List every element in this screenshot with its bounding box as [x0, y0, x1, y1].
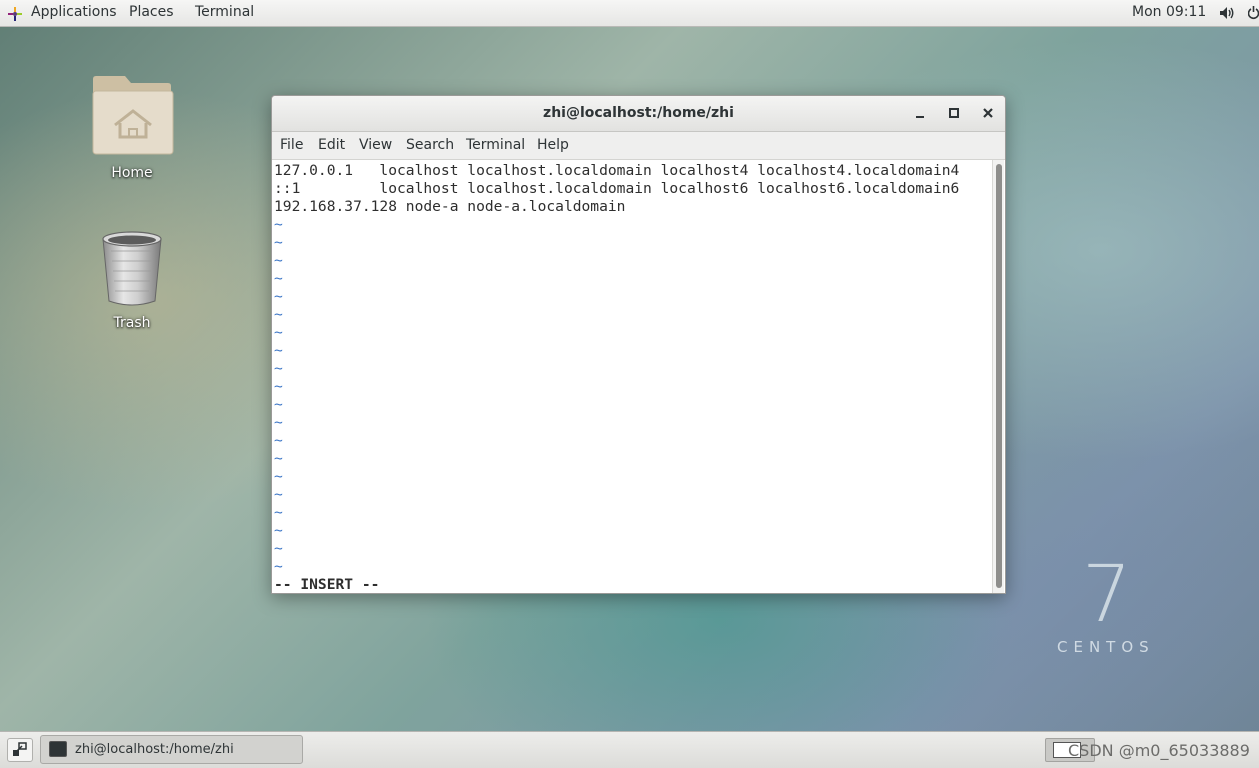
taskbar-terminal-item[interactable]: zhi@localhost:/home/zhi [40, 735, 303, 764]
menu-terminal[interactable]: Terminal [466, 137, 525, 153]
maximize-icon[interactable] [945, 104, 963, 122]
vim-empty-line-tilde: ~ [274, 396, 283, 413]
csdn-watermark: CSDN @m0_65033889 [1068, 741, 1250, 760]
power-icon[interactable] [1248, 6, 1259, 20]
terminal-menubar: File Edit View Search Terminal Help [272, 132, 1005, 160]
home-desktop-icon[interactable]: Home [82, 73, 182, 181]
clock[interactable]: Mon 09:11 [1132, 4, 1206, 20]
terminal-icon [49, 741, 67, 757]
trash-desktop-icon[interactable]: Trash [82, 229, 182, 331]
terminal-app-menu[interactable]: Terminal [195, 4, 254, 20]
show-desktop-icon [13, 742, 27, 756]
menu-help[interactable]: Help [537, 137, 569, 153]
vim-empty-line-tilde: ~ [274, 504, 283, 521]
vim-empty-line-tilde: ~ [274, 558, 283, 575]
vim-empty-line-tilde: ~ [274, 234, 283, 251]
trash-label: Trash [113, 315, 151, 331]
vim-empty-line-tilde: ~ [274, 324, 283, 341]
home-label: Home [111, 165, 153, 181]
centos-logo-text: CENTOS [1057, 638, 1155, 656]
places-menu[interactable]: Places [129, 4, 174, 20]
window-titlebar[interactable]: zhi@localhost:/home/zhi [272, 96, 1005, 132]
vim-empty-line-tilde: ~ [274, 468, 283, 485]
file-line: 127.0.0.1 localhost localhost.localdomai… [274, 162, 960, 179]
vim-empty-line-tilde: ~ [274, 288, 283, 305]
terminal-window[interactable]: zhi@localhost:/home/zhi File Edit View S… [271, 95, 1006, 594]
menu-view[interactable]: View [359, 137, 392, 153]
vim-empty-line-tilde: ~ [274, 450, 283, 467]
vim-empty-line-tilde: ~ [274, 378, 283, 395]
vim-empty-line-tilde: ~ [274, 522, 283, 539]
centos-logo-number: 7 [1082, 550, 1132, 640]
bottom-panel: zhi@localhost:/home/zhi CSDN @m0_6503388… [0, 731, 1259, 768]
vim-empty-line-tilde: ~ [274, 432, 283, 449]
volume-icon[interactable] [1219, 6, 1235, 20]
vim-empty-line-tilde: ~ [274, 306, 283, 323]
scrollbar[interactable] [992, 160, 1004, 593]
terminal-text-area[interactable]: 127.0.0.1 localhost localhost.localdomai… [272, 160, 994, 593]
minimize-icon[interactable] [911, 104, 929, 122]
applications-menu[interactable]: Applications [31, 4, 117, 20]
vim-mode-status: -- INSERT -- [274, 576, 380, 593]
menu-search[interactable]: Search [406, 137, 454, 153]
vim-empty-line-tilde: ~ [274, 270, 283, 287]
top-panel: Applications Places Terminal Mon 09:11 [0, 0, 1259, 27]
vim-empty-line-tilde: ~ [274, 540, 283, 557]
vim-empty-line-tilde: ~ [274, 252, 283, 269]
file-line: ::1 localhost localhost.localdomain loca… [274, 180, 960, 197]
menu-file[interactable]: File [280, 137, 303, 153]
home-folder-icon [92, 76, 174, 155]
close-icon[interactable] [979, 104, 997, 122]
trash-icon [102, 231, 162, 306]
show-desktop-button[interactable] [7, 738, 33, 762]
file-line: 192.168.37.128 node-a node-a.localdomain [274, 198, 626, 215]
vim-empty-line-tilde: ~ [274, 342, 283, 359]
menu-edit[interactable]: Edit [318, 137, 345, 153]
vim-empty-line-tilde: ~ [274, 216, 283, 233]
applications-icon[interactable] [8, 7, 22, 21]
scrollbar-thumb[interactable] [996, 164, 1002, 588]
vim-empty-line-tilde: ~ [274, 414, 283, 431]
vim-empty-line-tilde: ~ [274, 486, 283, 503]
window-title: zhi@localhost:/home/zhi [543, 105, 734, 121]
taskbar-item-label: zhi@localhost:/home/zhi [75, 742, 234, 757]
vim-empty-line-tilde: ~ [274, 360, 283, 377]
